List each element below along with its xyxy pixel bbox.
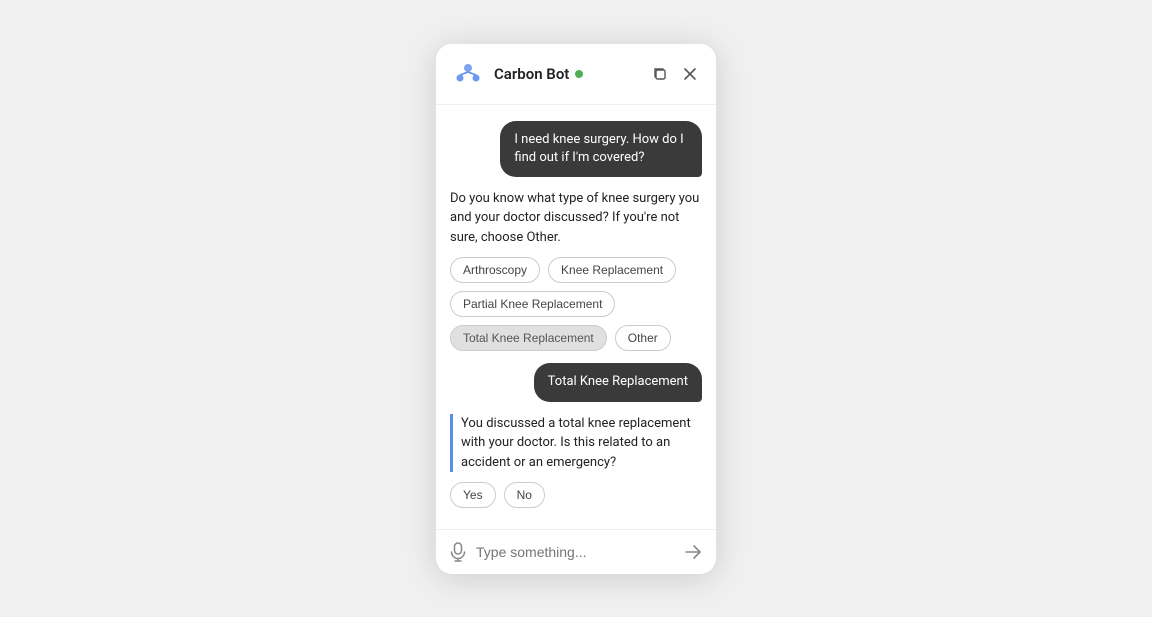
bot-avatar-icon [452, 58, 484, 90]
yes-no-chips: Yes No [450, 482, 702, 508]
chip-total-knee-replacement[interactable]: Total Knee Replacement [450, 325, 607, 351]
mic-icon [450, 542, 466, 562]
user-message-2: Total Knee Replacement [534, 363, 702, 401]
bot-message-1: Do you know what type of knee surgery yo… [450, 189, 702, 352]
bot-followup-text: You discussed a total knee replacement w… [450, 414, 702, 473]
duplicate-icon [652, 66, 668, 82]
duplicate-button[interactable] [650, 64, 670, 84]
header-actions [650, 64, 700, 84]
surgery-chips: Arthroscopy Knee Replacement Partial Kne… [450, 257, 702, 351]
chat-messages: I need knee surgery. How do I find out i… [436, 105, 716, 529]
bot-name: Carbon Bot [494, 65, 569, 83]
chip-partial-knee-replacement[interactable]: Partial Knee Replacement [450, 291, 615, 317]
chat-header: Carbon Bot [436, 44, 716, 105]
chat-input[interactable] [476, 544, 674, 560]
close-button[interactable] [680, 64, 700, 84]
close-icon [682, 66, 698, 82]
status-dot [575, 70, 583, 78]
chat-input-area [436, 529, 716, 574]
user-message-1: I need knee surgery. How do I find out i… [500, 121, 702, 177]
header-title-group: Carbon Bot [494, 65, 650, 83]
chip-yes[interactable]: Yes [450, 482, 496, 508]
chip-arthroscopy[interactable]: Arthroscopy [450, 257, 540, 283]
bot-followup-1: You discussed a total knee replacement w… [450, 414, 702, 509]
chat-window: Carbon Bot I need knee surgery. [436, 44, 716, 574]
bot-text-1: Do you know what type of knee surgery yo… [450, 189, 702, 248]
chip-other[interactable]: Other [615, 325, 671, 351]
chip-knee-replacement[interactable]: Knee Replacement [548, 257, 676, 283]
chip-no[interactable]: No [504, 482, 545, 508]
send-icon[interactable] [684, 544, 702, 560]
